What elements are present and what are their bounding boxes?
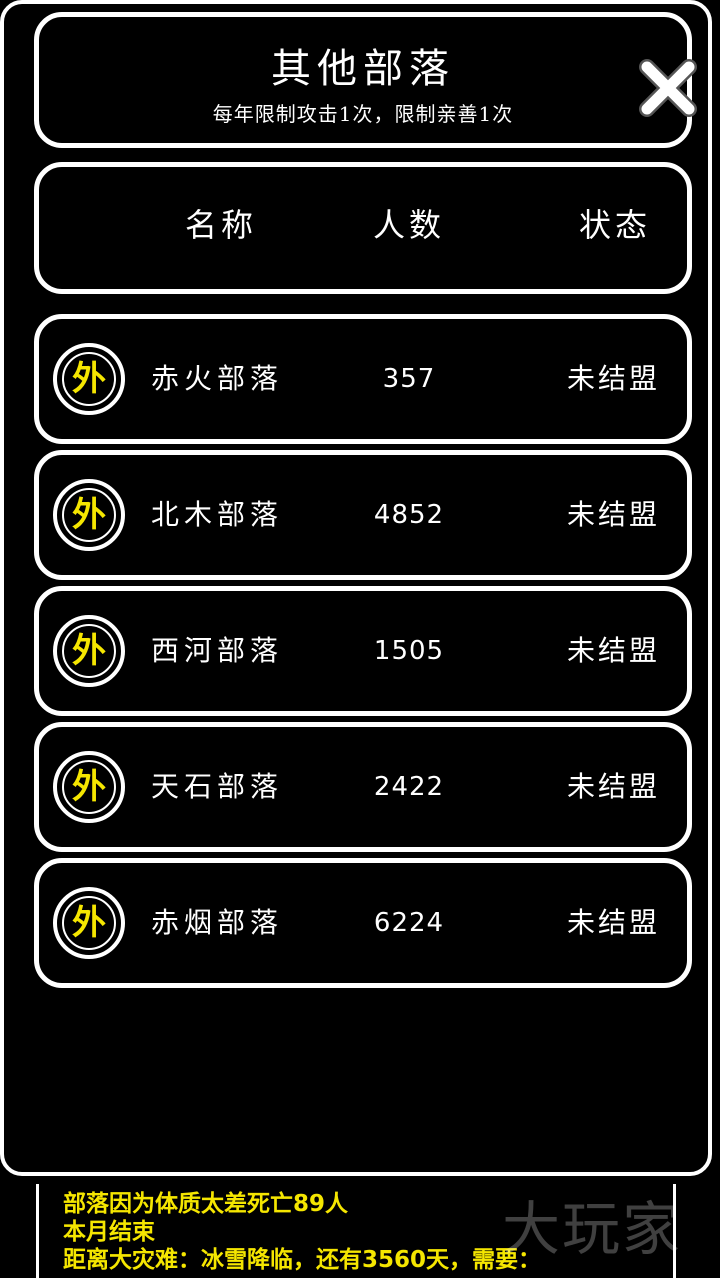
foreign-badge-icon: 外 [53,887,125,959]
close-x-icon [639,59,697,117]
tribe-row[interactable]: 外 天石部落 2422 未结盟 [34,722,692,852]
column-header-status: 状态 [578,206,651,244]
tribe-population: 1505 [373,636,445,666]
tribe-row[interactable]: 外 北木部落 4852 未结盟 [34,450,692,580]
badge-label: 外 [62,352,116,406]
tribe-name: 北木部落 [151,498,284,531]
column-header-count: 人数 [372,206,445,244]
foreign-badge-icon: 外 [53,479,125,551]
tribe-name: 天石部落 [151,770,284,803]
tribe-status: 未结盟 [567,770,661,803]
tribe-name: 赤火部落 [151,362,284,395]
event-log-line: 部落因为体质太差死亡89人 [63,1191,349,1217]
badge-label: 外 [62,624,116,678]
watermark: 大玩家 [502,1195,683,1263]
badge-label: 外 [62,760,116,814]
foreign-badge-icon: 外 [53,615,125,687]
tribe-status: 未结盟 [567,498,661,531]
tribe-population: 4852 [373,500,445,530]
tribe-population: 2422 [373,772,445,802]
tribe-name: 西河部落 [151,634,284,667]
tribe-status: 未结盟 [567,906,661,939]
foreign-badge-icon: 外 [53,343,125,415]
tribe-row[interactable]: 外 赤火部落 357 未结盟 [34,314,692,444]
dialog-subtitle: 每年限制攻击1次，限制亲善1次 [212,102,514,126]
tribe-population: 6224 [373,908,445,938]
event-log-line: 本月结束 [63,1219,155,1245]
badge-label: 外 [62,488,116,542]
tribe-status: 未结盟 [567,362,661,395]
close-button[interactable] [637,57,699,119]
event-log-line: 距离大灾难：冰雪降临，还有3560天，需要： [63,1247,542,1273]
tribe-status: 未结盟 [567,634,661,667]
tribe-row[interactable]: 外 赤烟部落 6224 未结盟 [34,858,692,988]
tribe-population: 357 [382,364,436,394]
dialog-header: 其他部落 每年限制攻击1次，限制亲善1次 [34,12,697,148]
dialog-title: 其他部落 [271,46,455,92]
table-header: 名称 人数 状态 [34,162,692,294]
tribes-dialog-panel: 其他部落 每年限制攻击1次，限制亲善1次 名称 人数 状态 外 赤火部落 357… [0,0,712,1176]
tribe-name: 赤烟部落 [151,906,284,939]
badge-label: 外 [62,896,116,950]
foreign-badge-icon: 外 [53,751,125,823]
tribe-row[interactable]: 外 西河部落 1505 未结盟 [34,586,692,716]
column-header-name: 名称 [184,206,257,244]
